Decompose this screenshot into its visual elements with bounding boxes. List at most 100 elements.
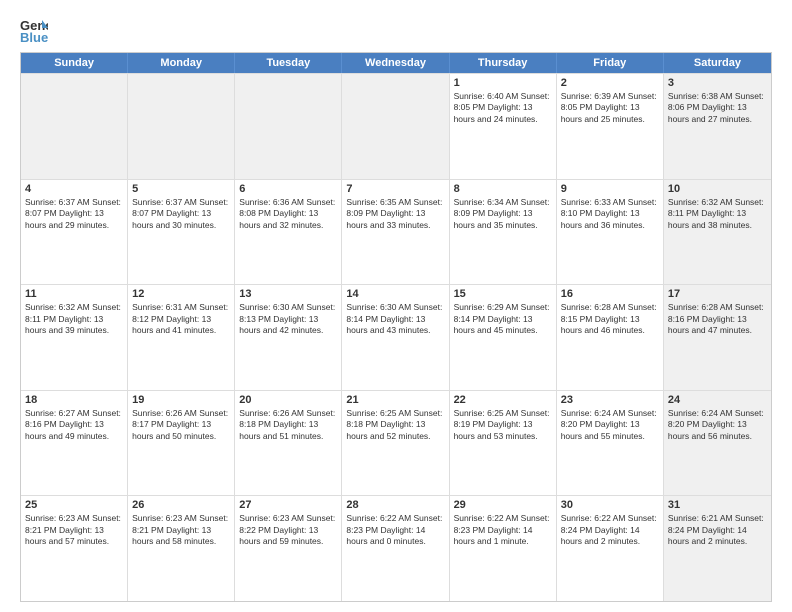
day-number: 24 [668,394,767,406]
svg-text:Blue: Blue [20,30,48,44]
cell-info: Sunrise: 6:32 AM Sunset: 8:11 PM Dayligh… [25,302,123,336]
calendar-cell-day-19: 19 Sunrise: 6:26 AM Sunset: 8:17 PM Dayli… [128,391,235,496]
calendar-cell-day-2: 2Sunrise: 6:39 AM Sunset: 8:05 PM Daylig… [557,74,664,179]
cell-info: Sunrise: 6:30 AM Sunset: 8:14 PM Dayligh… [346,302,444,336]
calendar-cell-day-29: 29Sunrise: 6:22 AM Sunset: 8:23 PM Dayli… [450,496,557,601]
logo-icon: General Blue [20,16,48,44]
calendar-cell-day-4: 4 Sunrise: 6:37 AM Sunset: 8:07 PM Daylig… [21,180,128,285]
day-number: 19 [132,394,230,406]
cell-info: Sunrise: 6:23 AM Sunset: 8:21 PM Dayligh… [132,513,230,547]
day-number: 26 [132,499,230,511]
calendar-cell-day-17: 17 Sunrise: 6:28 AM Sunset: 8:16 PM Dayli… [664,285,771,390]
cell-info: Sunrise: 6:33 AM Sunset: 8:10 PM Dayligh… [561,197,659,231]
calendar-cell-day-20: 20Sunrise: 6:26 AM Sunset: 8:18 PM Dayli… [235,391,342,496]
cell-info: Sunrise: 6:22 AM Sunset: 8:24 PM Dayligh… [561,513,659,547]
cell-info: Sunrise: 6:24 AM Sunset: 8:20 PM Dayligh… [561,408,659,442]
calendar-row-2: 4 Sunrise: 6:37 AM Sunset: 8:07 PM Daylig… [21,179,771,285]
calendar-row-4: 18 Sunrise: 6:27 AM Sunset: 8:16 PM Dayli… [21,390,771,496]
day-number: 18 [25,394,123,406]
calendar-cell-day-30: 30 Sunrise: 6:22 AM Sunset: 8:24 PM Dayli… [557,496,664,601]
header-day-friday: Friday [557,53,664,73]
cell-info: Sunrise: 6:30 AM Sunset: 8:13 PM Dayligh… [239,302,337,336]
cell-info: Sunrise: 6:35 AM Sunset: 8:09 PM Dayligh… [346,197,444,231]
calendar-cell-empty [128,74,235,179]
calendar-cell-day-14: 14 Sunrise: 6:30 AM Sunset: 8:14 PM Dayli… [342,285,449,390]
calendar-cell-day-21: 21 Sunrise: 6:25 AM Sunset: 8:18 PM Dayli… [342,391,449,496]
cell-info: Sunrise: 6:23 AM Sunset: 8:21 PM Dayligh… [25,513,123,547]
day-number: 4 [25,183,123,195]
header-day-monday: Monday [128,53,235,73]
calendar-cell-day-18: 18 Sunrise: 6:27 AM Sunset: 8:16 PM Dayli… [21,391,128,496]
day-number: 10 [668,183,767,195]
calendar-cell-empty [342,74,449,179]
calendar-cell-day-23: 23Sunrise: 6:24 AM Sunset: 8:20 PM Dayli… [557,391,664,496]
cell-info: Sunrise: 6:25 AM Sunset: 8:19 PM Dayligh… [454,408,552,442]
day-number: 30 [561,499,659,511]
cell-info: Sunrise: 6:26 AM Sunset: 8:18 PM Dayligh… [239,408,337,442]
day-number: 21 [346,394,444,406]
cell-info: Sunrise: 6:36 AM Sunset: 8:08 PM Dayligh… [239,197,337,231]
day-number: 14 [346,288,444,300]
cell-info: Sunrise: 6:24 AM Sunset: 8:20 PM Dayligh… [668,408,767,442]
calendar-cell-day-27: 27Sunrise: 6:23 AM Sunset: 8:22 PM Dayli… [235,496,342,601]
day-number: 29 [454,499,552,511]
day-number: 9 [561,183,659,195]
cell-info: Sunrise: 6:28 AM Sunset: 8:16 PM Dayligh… [668,302,767,336]
calendar-cell-day-8: 8Sunrise: 6:34 AM Sunset: 8:09 PM Daylig… [450,180,557,285]
day-number: 16 [561,288,659,300]
cell-info: Sunrise: 6:34 AM Sunset: 8:09 PM Dayligh… [454,197,552,231]
day-number: 11 [25,288,123,300]
day-number: 22 [454,394,552,406]
day-number: 13 [239,288,337,300]
cell-info: Sunrise: 6:29 AM Sunset: 8:14 PM Dayligh… [454,302,552,336]
cell-info: Sunrise: 6:21 AM Sunset: 8:24 PM Dayligh… [668,513,767,547]
calendar-cell-day-25: 25 Sunrise: 6:23 AM Sunset: 8:21 PM Dayli… [21,496,128,601]
calendar-cell-day-5: 5Sunrise: 6:37 AM Sunset: 8:07 PM Daylig… [128,180,235,285]
calendar-row-1: 1 Sunrise: 6:40 AM Sunset: 8:05 PM Daylig… [21,73,771,179]
cell-info: Sunrise: 6:26 AM Sunset: 8:17 PM Dayligh… [132,408,230,442]
calendar-header: SundayMondayTuesdayWednesdayThursdayFrid… [21,53,771,73]
page-header: General Blue [20,16,772,44]
calendar-cell-day-31: 31 Sunrise: 6:21 AM Sunset: 8:24 PM Dayli… [664,496,771,601]
day-number: 6 [239,183,337,195]
calendar-cell-day-13: 13 Sunrise: 6:30 AM Sunset: 8:13 PM Dayli… [235,285,342,390]
calendar-cell-day-9: 9 Sunrise: 6:33 AM Sunset: 8:10 PM Daylig… [557,180,664,285]
day-number: 17 [668,288,767,300]
cell-info: Sunrise: 6:23 AM Sunset: 8:22 PM Dayligh… [239,513,337,547]
calendar: SundayMondayTuesdayWednesdayThursdayFrid… [20,52,772,602]
calendar-cell-day-15: 15 Sunrise: 6:29 AM Sunset: 8:14 PM Dayli… [450,285,557,390]
day-number: 1 [454,77,552,89]
cell-info: Sunrise: 6:25 AM Sunset: 8:18 PM Dayligh… [346,408,444,442]
header-day-saturday: Saturday [664,53,771,73]
cell-info: Sunrise: 6:37 AM Sunset: 8:07 PM Dayligh… [25,197,123,231]
header-day-sunday: Sunday [21,53,128,73]
cell-info: Sunrise: 6:39 AM Sunset: 8:05 PM Dayligh… [561,91,659,125]
day-number: 25 [25,499,123,511]
calendar-row-3: 11 Sunrise: 6:32 AM Sunset: 8:11 PM Dayli… [21,284,771,390]
day-number: 28 [346,499,444,511]
day-number: 7 [346,183,444,195]
calendar-cell-day-7: 7 Sunrise: 6:35 AM Sunset: 8:09 PM Daylig… [342,180,449,285]
calendar-cell-day-26: 26 Sunrise: 6:23 AM Sunset: 8:21 PM Dayli… [128,496,235,601]
calendar-cell-day-22: 22 Sunrise: 6:25 AM Sunset: 8:19 PM Dayli… [450,391,557,496]
day-number: 15 [454,288,552,300]
calendar-row-5: 25 Sunrise: 6:23 AM Sunset: 8:21 PM Dayli… [21,495,771,601]
calendar-cell-day-10: 10 Sunrise: 6:32 AM Sunset: 8:11 PM Dayli… [664,180,771,285]
header-day-wednesday: Wednesday [342,53,449,73]
calendar-cell-day-24: 24 Sunrise: 6:24 AM Sunset: 8:20 PM Dayli… [664,391,771,496]
calendar-cell-day-6: 6 Sunrise: 6:36 AM Sunset: 8:08 PM Daylig… [235,180,342,285]
cell-info: Sunrise: 6:40 AM Sunset: 8:05 PM Dayligh… [454,91,552,125]
cell-info: Sunrise: 6:27 AM Sunset: 8:16 PM Dayligh… [25,408,123,442]
day-number: 31 [668,499,767,511]
day-number: 5 [132,183,230,195]
calendar-cell-day-3: 3Sunrise: 6:38 AM Sunset: 8:06 PM Daylig… [664,74,771,179]
header-day-tuesday: Tuesday [235,53,342,73]
cell-info: Sunrise: 6:32 AM Sunset: 8:11 PM Dayligh… [668,197,767,231]
calendar-cell-day-28: 28 Sunrise: 6:22 AM Sunset: 8:23 PM Dayli… [342,496,449,601]
logo: General Blue [20,16,48,44]
calendar-body: 1 Sunrise: 6:40 AM Sunset: 8:05 PM Daylig… [21,73,771,601]
calendar-cell-empty [21,74,128,179]
calendar-cell-day-16: 16Sunrise: 6:28 AM Sunset: 8:15 PM Dayli… [557,285,664,390]
cell-info: Sunrise: 6:31 AM Sunset: 8:12 PM Dayligh… [132,302,230,336]
cell-info: Sunrise: 6:22 AM Sunset: 8:23 PM Dayligh… [346,513,444,547]
